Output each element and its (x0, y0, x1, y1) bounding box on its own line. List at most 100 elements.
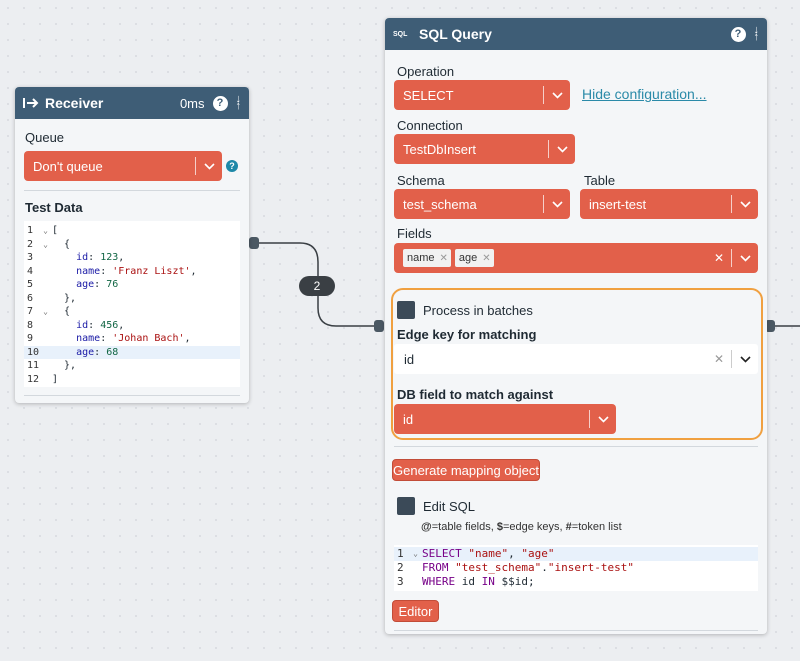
code-text: }, (52, 292, 77, 304)
generate-mapping-button[interactable]: Generate mapping object (392, 459, 540, 481)
edit-sql-label: Edit SQL (423, 499, 476, 514)
receiver-help-icon[interactable]: ? (212, 95, 228, 111)
remove-tag-icon[interactable]: ✕ (482, 253, 490, 264)
code-line[interactable]: 1 ⌄ SELECT "name", "age" (394, 547, 758, 561)
sql-syntax-hint: @=table fields, $=edge keys, #=token lis… (421, 521, 622, 533)
code-line[interactable]: 3 id: 123, (24, 251, 240, 265)
fold-chevron-icon[interactable]: ⌄ (43, 305, 48, 319)
code-text: id: 456, (76, 319, 125, 331)
code-text: name: 'Franz Liszt', (76, 265, 197, 277)
queue-label: Queue (25, 130, 65, 145)
clear-edge-key-icon[interactable]: ✕ (707, 352, 731, 366)
remove-tag-icon[interactable]: ✕ (440, 253, 448, 264)
line-number: 2 ⌄ (27, 238, 48, 252)
code-line[interactable]: 8 id: 456, (24, 319, 240, 333)
code-line[interactable]: 6 }, (24, 292, 240, 306)
edge-key-value: id (404, 351, 415, 367)
field-tag-age[interactable]: age ✕ (454, 249, 494, 267)
edit-sql-checkbox[interactable] (397, 497, 415, 515)
schema-select[interactable]: test_schema (394, 189, 570, 219)
field-tag-name[interactable]: name ✕ (403, 249, 451, 267)
fold-chevron-icon[interactable]: ⌄ (43, 238, 48, 252)
hide-configuration-link[interactable]: Hide configuration... (582, 86, 707, 102)
sql-input-handle[interactable] (374, 320, 384, 332)
sql-collapse-icon[interactable]: ↓ ↑ (754, 25, 760, 43)
receiver-output-handle[interactable] (249, 237, 259, 249)
sql-query-node[interactable]: SQL SQL Query ? ↓ ↑ Operation SELECT Hide… (385, 18, 767, 634)
code-text: }, (52, 360, 77, 371)
table-select[interactable]: insert-test (580, 189, 758, 219)
queue-info-icon[interactable]: ? (226, 160, 238, 172)
editor-button[interactable]: Editor (392, 600, 439, 622)
test-data-editor[interactable]: 1 ⌄[2 ⌄ {3 id: 123, 4 name: 'Franz Liszt', 5… (24, 221, 240, 387)
code-text: id: 123, (76, 252, 125, 263)
code-line[interactable]: 7 ⌄ { (24, 305, 240, 319)
table-label: Table (584, 173, 616, 188)
schema-label: Schema (397, 173, 445, 188)
code-text: age: 68 (76, 346, 119, 358)
sql-icon: SQL (393, 30, 408, 38)
receiver-node[interactable]: Receiver 0ms ? ↓ ↑ Queue Don't queue ? Te… (15, 87, 249, 403)
line-number: 11 (27, 360, 40, 371)
test-data-label: Test Data (25, 200, 83, 215)
sql-help-icon[interactable]: ? (730, 26, 746, 42)
fold-chevron-icon[interactable]: ⌄ (413, 547, 418, 561)
fields-multiselect[interactable]: name ✕ age ✕ ✕ (394, 243, 758, 273)
code-line[interactable]: 2 FROM "test_schema"."insert-test" (394, 561, 758, 575)
line-number: 5 (27, 279, 34, 290)
connection-select-value: TestDbInsert (403, 141, 476, 157)
line-number: 1 ⌄ (397, 547, 418, 561)
process-batches-checkbox[interactable] (397, 301, 415, 319)
db-field-select[interactable]: id (394, 404, 616, 434)
receiver-header[interactable]: Receiver 0ms ? ↓ ↑ (15, 87, 249, 119)
code-text: SELECT "name", "age" (422, 547, 555, 560)
code-line[interactable]: 3 WHERE id IN $$id; (394, 575, 758, 589)
receiver-collapse-icon[interactable]: ↓ ↑ (236, 94, 242, 112)
receiver-title: Receiver (45, 95, 104, 111)
clear-fields-icon[interactable]: ✕ (707, 251, 731, 265)
code-line[interactable]: 4 name: 'Franz Liszt', (24, 265, 240, 279)
chevron-down-icon (590, 415, 616, 423)
chevron-down-icon (732, 355, 758, 363)
operation-label: Operation (397, 64, 455, 79)
operation-select-value: SELECT (403, 87, 454, 103)
fold-chevron-icon[interactable]: ⌄ (43, 224, 48, 238)
code-line[interactable]: 5 age: 76 (24, 278, 240, 292)
code-line[interactable]: 2 ⌄ { (24, 238, 240, 252)
code-line[interactable]: 12] (24, 373, 240, 387)
connection-label: Connection (397, 118, 463, 133)
sql-editor[interactable]: 1 ⌄ SELECT "name", "age" 2 FROM "test_schema… (394, 545, 758, 591)
code-text: WHERE id IN $$id; (422, 575, 535, 588)
line-number: 10 (27, 346, 40, 358)
chevron-down-icon (732, 200, 758, 208)
line-number: 1 ⌄ (27, 224, 48, 238)
code-line[interactable]: 11 }, (24, 359, 240, 373)
line-number: 2 (397, 561, 404, 574)
operation-select[interactable]: SELECT (394, 80, 570, 110)
db-field-label: DB field to match against (397, 387, 554, 402)
sql-header[interactable]: SQL SQL Query ? ↓ ↑ (385, 18, 767, 50)
chevron-down-icon (732, 254, 758, 262)
receiver-arrow-icon (23, 97, 45, 109)
edge-count-badge[interactable]: 2 (299, 276, 335, 296)
line-number: 9 (27, 333, 34, 344)
code-text: { (52, 306, 71, 317)
code-text: ] (52, 373, 59, 385)
queue-select[interactable]: Don't queue (24, 151, 222, 181)
chevron-down-icon (196, 162, 222, 170)
schema-select-value: test_schema (403, 196, 477, 212)
line-number: 4 (27, 265, 34, 277)
chevron-down-icon (549, 145, 575, 153)
code-line[interactable]: 1 ⌄ [ (24, 224, 240, 238)
line-number: 12 (27, 373, 40, 385)
line-number: 3 (27, 252, 34, 263)
line-number: 3 (397, 575, 404, 588)
code-line[interactable]: 10 age: 68 (24, 345, 240, 359)
sql-title: SQL Query (419, 26, 492, 42)
code-line[interactable]: 9 name: 'Johan Bach', (24, 332, 240, 346)
edge-key-select[interactable]: id ✕ (394, 344, 758, 374)
connection-select[interactable]: TestDbInsert (394, 134, 575, 164)
line-number: 8 (27, 319, 34, 331)
code-text: age: 76 (76, 279, 119, 290)
chevron-down-icon (544, 91, 570, 99)
